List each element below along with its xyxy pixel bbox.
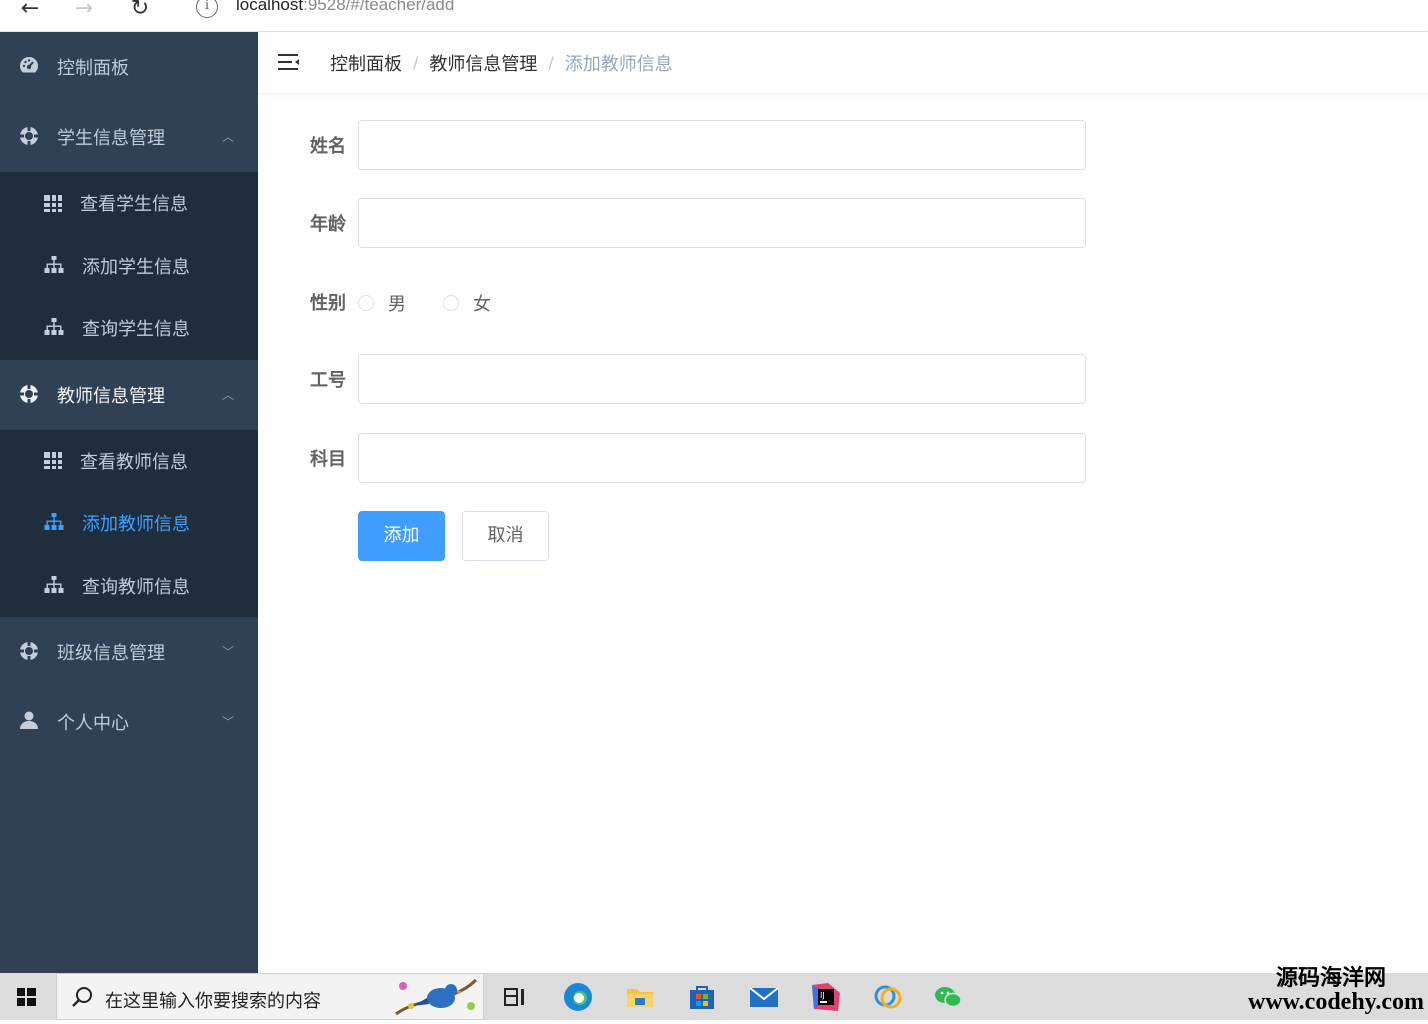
- radio-label: 女: [473, 294, 491, 315]
- chevron-up-icon: ︿: [221, 387, 234, 402]
- sidebar-item-query-teachers[interactable]: 查询教师信息: [0, 555, 258, 618]
- breadcrumb-dashboard[interactable]: 控制面板: [330, 50, 402, 76]
- radio-label: 男: [388, 294, 406, 315]
- cancel-button[interactable]: 取消: [462, 511, 549, 561]
- gender-radio-male[interactable]: 男: [358, 290, 406, 316]
- watermark: 源码海洋网 www.codehy.com: [1248, 966, 1424, 1015]
- store-icon[interactable]: [686, 981, 718, 1013]
- tree-icon: [44, 575, 64, 596]
- class-icon: [18, 641, 40, 663]
- sidebar-item-label: 查询教师信息: [82, 576, 190, 598]
- sidebar-item-label: 个人中心: [57, 713, 129, 734]
- student-icon: [18, 126, 40, 148]
- dashboard-icon: [18, 56, 40, 78]
- tree-icon: [44, 318, 64, 338]
- employee-id-input[interactable]: [358, 354, 1086, 404]
- table-icon: [44, 194, 62, 212]
- breadcrumb-current: 添加教师信息: [564, 53, 673, 75]
- radio-circle[interactable]: [443, 295, 459, 311]
- reload-icon[interactable]: ↻: [122, 0, 158, 24]
- windows-start-icon[interactable]: [0, 973, 56, 1020]
- svg-text:IJ: IJ: [820, 991, 825, 1000]
- sidebar-item-query-students[interactable]: 查询学生信息: [0, 297, 258, 360]
- address-bar[interactable]: localhost:9528/#/teacher/add: [236, 0, 454, 15]
- radio-circle[interactable]: [358, 295, 374, 311]
- sidebar-item-add-student[interactable]: 添加学生信息: [0, 235, 258, 298]
- subject-input[interactable]: [358, 433, 1086, 483]
- user-icon: [18, 711, 40, 733]
- gender-radio-female[interactable]: 女: [443, 290, 491, 316]
- tree-icon: [44, 255, 64, 276]
- browser-ring-icon[interactable]: [872, 981, 904, 1013]
- teacher-icon: [18, 383, 40, 406]
- sidebar-item-label: 添加教师信息: [82, 514, 190, 536]
- age-input[interactable]: [358, 198, 1086, 248]
- wechat-icon[interactable]: [932, 981, 964, 1013]
- name-input[interactable]: [358, 120, 1086, 170]
- sidebar-item-personal-center[interactable]: 个人中心 ﹀: [0, 687, 258, 757]
- add-button[interactable]: 添加: [358, 511, 445, 561]
- main-content: 控制面板 / 教师信息管理 / 添加教师信息 姓名 年龄 性别 男 女 工号 科…: [258, 32, 1428, 973]
- subject-label: 科目: [310, 449, 346, 470]
- breadcrumb-separator: /: [548, 53, 554, 72]
- forward-arrow-icon[interactable]: →: [66, 0, 102, 24]
- chevron-down-icon: ﹀: [221, 715, 234, 729]
- watermark-url: www.codehy.com: [1248, 989, 1424, 1015]
- url-host: localhost: [236, 0, 304, 14]
- search-icon: [71, 986, 93, 1008]
- sidebar-item-label: 学生信息管理: [57, 128, 165, 149]
- url-path: :9528/#/teacher/add: [303, 0, 455, 14]
- task-view-icon[interactable]: [500, 981, 532, 1013]
- age-label: 年龄: [310, 214, 346, 235]
- student-submenu: 查看学生信息 添加学生信息 查询学生信息: [0, 172, 258, 360]
- bird-decoration-icon: [391, 976, 481, 1022]
- breadcrumb-teacher-management[interactable]: 教师信息管理: [429, 50, 537, 76]
- sidebar-item-class-management[interactable]: 班级信息管理 ﹀: [0, 617, 258, 687]
- back-arrow-icon[interactable]: ←: [12, 0, 48, 24]
- employee-id-label: 工号: [310, 370, 346, 391]
- table-icon: [44, 452, 62, 470]
- sidebar-item-view-teachers[interactable]: 查看教师信息: [0, 430, 258, 493]
- windows-taskbar: 在这里输入你要搜索的内容 IJ 源码海洋网 www.codehy.com: [0, 968, 1428, 1020]
- sidebar-item-label: 教师信息管理: [57, 385, 165, 407]
- file-explorer-icon[interactable]: [624, 981, 656, 1013]
- sidebar: 控制面板 学生信息管理 ︿ 查看学生信息 添加学生信息 查询学生信息 教师信息管…: [0, 32, 258, 973]
- browser-toolbar: ← → ↻ i localhost:9528/#/teacher/add: [0, 0, 1428, 32]
- sidebar-item-label: 查看教师信息: [80, 451, 188, 473]
- name-label: 姓名: [310, 136, 346, 157]
- edge-icon[interactable]: [562, 981, 594, 1013]
- intellij-icon[interactable]: IJ: [810, 981, 842, 1013]
- mail-icon[interactable]: [748, 981, 780, 1013]
- sidebar-item-label: 添加学生信息: [82, 256, 190, 278]
- site-info-icon[interactable]: i: [196, 0, 218, 18]
- sidebar-item-label: 查看学生信息: [80, 194, 188, 216]
- sidebar-item-label: 控制面板: [57, 58, 129, 79]
- tree-icon: [44, 513, 64, 533]
- taskbar-search-box[interactable]: 在这里输入你要搜索的内容: [56, 973, 484, 1020]
- chevron-down-icon: ﹀: [221, 645, 234, 659]
- sidebar-item-teacher-management[interactable]: 教师信息管理 ︿: [0, 360, 258, 430]
- watermark-cn: 源码海洋网: [1275, 966, 1386, 991]
- hamburger-menu-icon[interactable]: [278, 53, 300, 73]
- teacher-submenu: 查看教师信息 添加教师信息 查询教师信息: [0, 429, 258, 618]
- search-placeholder: 在这里输入你要搜索的内容: [105, 991, 321, 1012]
- sidebar-item-add-teacher[interactable]: 添加教师信息: [0, 492, 258, 555]
- navbar: 控制面板 / 教师信息管理 / 添加教师信息: [258, 32, 1428, 94]
- sidebar-item-label: 查询学生信息: [82, 319, 190, 341]
- gender-label: 性别: [310, 293, 346, 314]
- breadcrumb-separator: /: [413, 53, 419, 72]
- sidebar-item-view-students[interactable]: 查看学生信息: [0, 172, 258, 235]
- sidebar-item-dashboard[interactable]: 控制面板: [0, 32, 258, 102]
- sidebar-item-label: 班级信息管理: [57, 643, 165, 664]
- chevron-up-icon: ︿: [221, 130, 234, 144]
- sidebar-item-student-management[interactable]: 学生信息管理 ︿: [0, 102, 258, 172]
